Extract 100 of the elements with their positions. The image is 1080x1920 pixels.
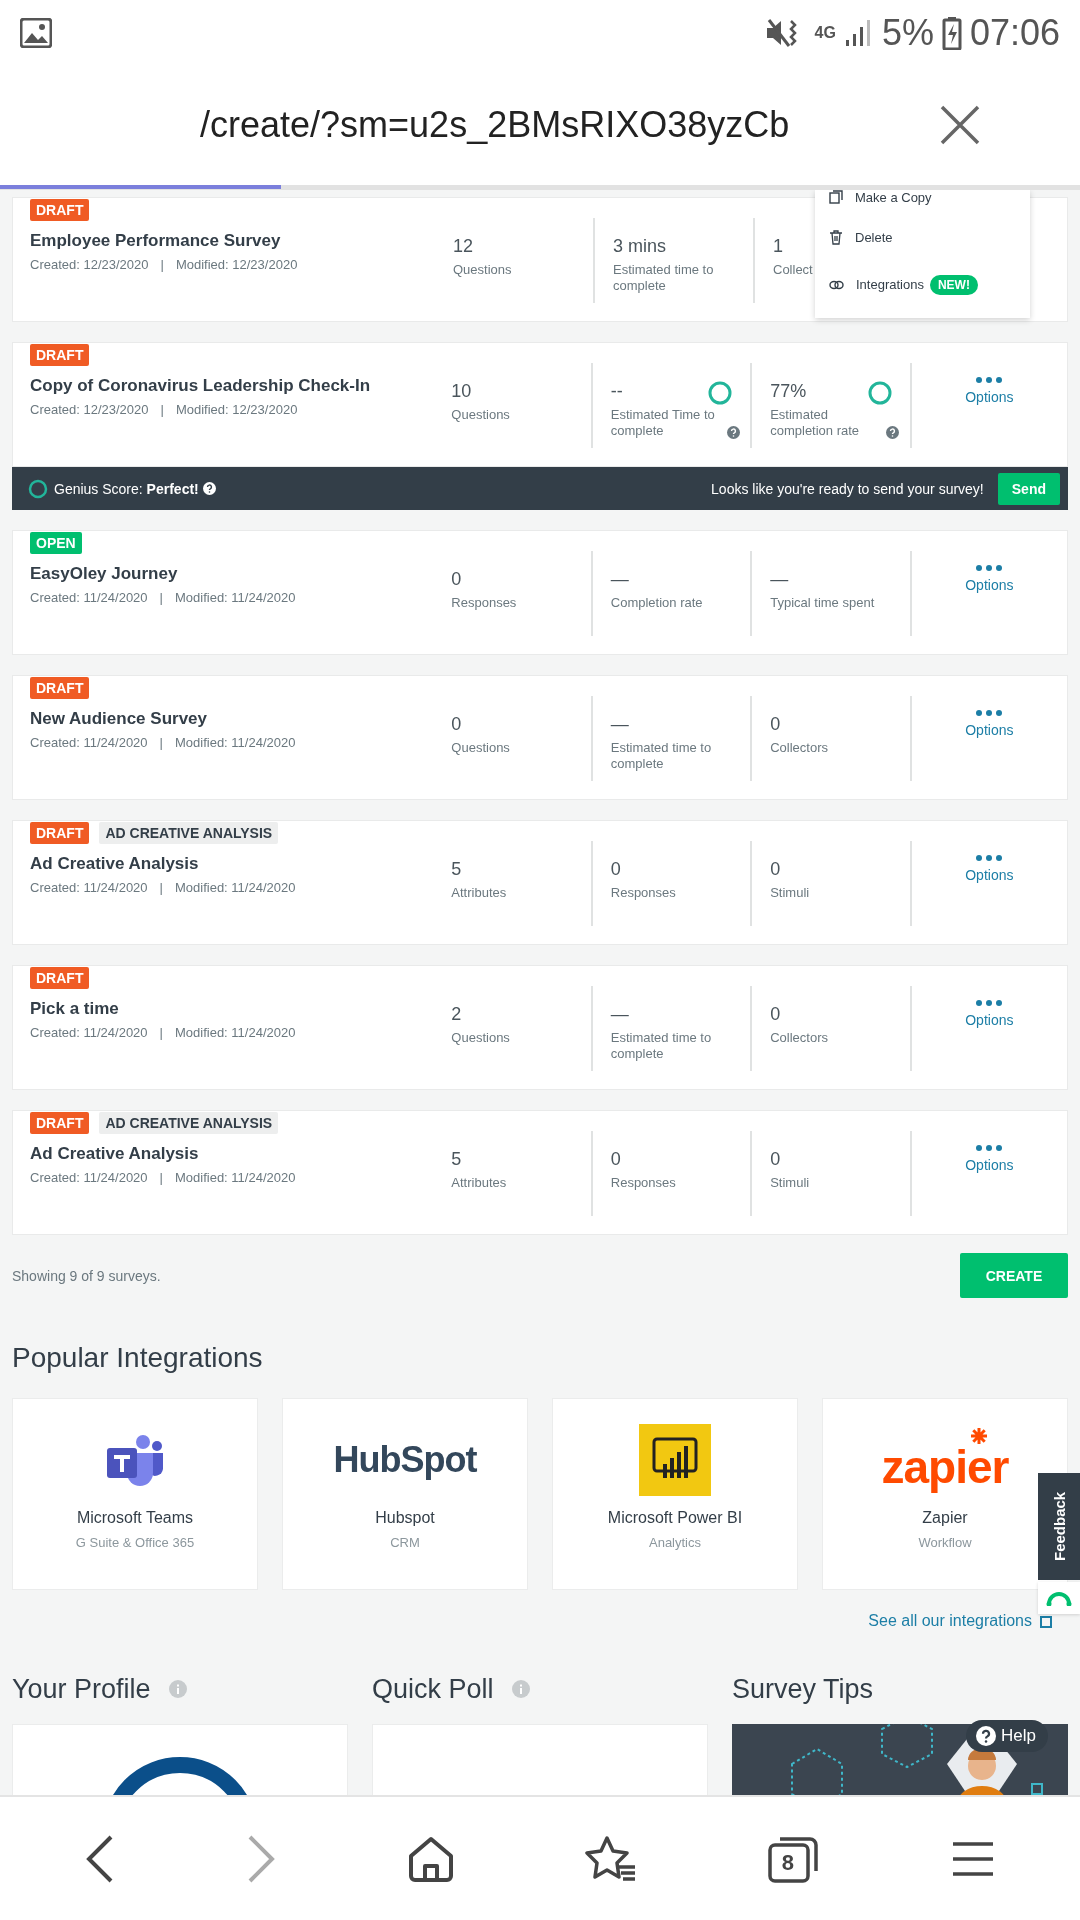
survey-title[interactable]: Employee Performance Survey	[30, 231, 443, 251]
stat-label: Responses	[610, 1175, 676, 1191]
integration-category: Workflow	[918, 1535, 972, 1550]
options-button[interactable]: Options	[965, 855, 1014, 883]
stat-label: Estimated time to complete	[610, 1030, 713, 1062]
modified-date: Modified: 11/24/2020	[174, 590, 296, 605]
survey-card[interactable]: OPEN EasyOley Journey Created: 11/24/2020 | Modified: 11/24/2020 0 Responses — Completion rate — Typical time spent Options	[12, 530, 1068, 655]
stat-value: 5	[451, 858, 462, 881]
options-button[interactable]: Options	[965, 377, 1014, 405]
stat-value: —	[770, 568, 789, 591]
stat-value: —	[610, 713, 629, 736]
stat-value: —	[610, 1003, 629, 1026]
integration-card[interactable]: Microsoft Power BI Analytics	[552, 1398, 798, 1590]
ring-icon	[708, 381, 733, 405]
help-button[interactable]: Help	[966, 1720, 1048, 1752]
stat-label: Responses	[451, 595, 517, 611]
integration-card[interactable]: HubSpot Hubspot CRM	[282, 1398, 528, 1590]
integration-name: Microsoft Teams	[76, 1509, 194, 1527]
battery-charging-icon	[941, 15, 962, 50]
see-all-link[interactable]: See all our integrations	[868, 1612, 1032, 1630]
survey-title[interactable]: Pick a time	[30, 999, 442, 1019]
survey-card[interactable]: DRAFT Pick a time Created: 11/24/2020 | Modified: 11/24/2020 2 Questions — Estimated time to complete 0 Collectors Options	[12, 965, 1068, 1090]
modified-date: Modified: 11/24/2020	[174, 1025, 296, 1040]
separator: |	[160, 402, 164, 417]
ring-icon	[867, 381, 892, 405]
survey-card[interactable]: DRAFT Copy of Coronavirus Leadership Check-In Created: 12/23/2020 | Modified: 12/23/2020 10 Questions -- Estimated Time to complete 77% Estimated completion rate Options	[12, 342, 1068, 467]
options-button[interactable]: Options	[965, 1000, 1014, 1028]
created-date: Created: 11/24/2020	[30, 1025, 148, 1040]
type-badge: AD CREATIVE ANALYSIS	[99, 822, 279, 844]
options-button[interactable]: Options	[965, 565, 1014, 593]
url-field[interactable]: /create/?sm=u2s_2BMsRIXO38yzCb	[200, 104, 880, 146]
survey-card[interactable]: DRAFT AD CREATIVE ANALYSIS Ad Creative Analysis Created: 11/24/2020 | Modified: 11/24/2020 5 Attributes 0 Responses 0 Stimuli Options	[12, 1110, 1068, 1235]
external-link-icon[interactable]	[1040, 1614, 1054, 1628]
options-button[interactable]: Options	[965, 710, 1014, 738]
stat-label: Estimated Time to complete	[610, 407, 716, 439]
survey-title[interactable]: Copy of Coronavirus Leadership Check-In	[30, 376, 442, 396]
widget-title: Survey Tips	[732, 1673, 874, 1705]
integration-category: Analytics	[649, 1535, 701, 1550]
survey-count: Showing 9 of 9 surveys.	[12, 1267, 161, 1284]
options-button[interactable]: Options	[965, 1145, 1014, 1173]
status-badge: DRAFT	[30, 1112, 90, 1134]
modified-date: Modified: 11/24/2020	[174, 735, 296, 750]
close-icon[interactable]	[940, 105, 980, 145]
created-date: Created: 12/23/2020	[30, 402, 149, 417]
trash-icon	[829, 230, 843, 245]
status-badge: DRAFT	[30, 677, 90, 699]
modified-date: Modified: 12/23/2020	[175, 257, 298, 272]
survey-title[interactable]: Ad Creative Analysis	[30, 854, 442, 874]
menu-button[interactable]	[950, 1840, 995, 1877]
stat-label: Collect	[773, 262, 813, 278]
survey-card[interactable]: DRAFT New Audience Survey Created: 11/24/2020 | Modified: 11/24/2020 0 Questions — Estimated time to complete 0 Collectors Options	[12, 675, 1068, 800]
separator: |	[159, 1025, 163, 1040]
menu-item[interactable]: Delete	[815, 214, 1030, 261]
created-date: Created: 11/24/2020	[30, 880, 148, 895]
more-icon	[976, 1145, 1003, 1151]
stat-label: Collectors	[770, 1030, 828, 1046]
stat-value: 0	[451, 713, 462, 736]
menu-item[interactable]: Integrations NEW!	[815, 261, 1030, 308]
survey-title[interactable]: New Audience Survey	[30, 709, 442, 729]
status-badge: DRAFT	[30, 344, 90, 366]
forward-button[interactable]	[246, 1833, 276, 1884]
stat-label: Typical time spent	[770, 595, 875, 611]
stat-value: 1	[773, 235, 783, 258]
integration-card[interactable]: Microsoft Teams G Suite & Office 365	[12, 1398, 258, 1590]
stat-value: 0	[451, 568, 462, 591]
stat-value: 0	[770, 713, 781, 736]
arch-icon	[1046, 1590, 1072, 1606]
stat-value: 0	[770, 1148, 781, 1171]
bookmarks-button[interactable]	[585, 1834, 638, 1883]
home-button[interactable]	[406, 1835, 455, 1882]
survey-title[interactable]: Ad Creative Analysis	[30, 1144, 442, 1164]
ring-icon	[28, 478, 48, 499]
stat-label: Stimuli	[770, 1175, 810, 1191]
power-bi-logo-icon	[639, 1424, 711, 1496]
widget-title: Quick Poll	[372, 1673, 494, 1705]
zapier-logo: zapier	[881, 1427, 1009, 1493]
feedback-logo-tab[interactable]	[1038, 1582, 1080, 1614]
integration-name: Microsoft Power BI	[607, 1509, 743, 1527]
help-icon	[976, 1726, 996, 1746]
image-icon	[20, 17, 52, 48]
integration-name: Hubspot	[375, 1509, 435, 1527]
stat-value: 77%	[770, 380, 807, 403]
modified-date: Modified: 11/24/2020	[174, 880, 296, 895]
integration-name: Zapier	[922, 1509, 968, 1527]
survey-card[interactable]: DRAFT AD CREATIVE ANALYSIS Ad Creative Analysis Created: 11/24/2020 | Modified: 11/24/2020 5 Attributes 0 Responses 0 Stimuli Options	[12, 820, 1068, 945]
modified-date: Modified: 12/23/2020	[175, 402, 298, 417]
stat-label: Estimated time to complete	[613, 262, 715, 294]
more-icon	[976, 565, 1003, 571]
created-date: Created: 11/24/2020	[30, 735, 148, 750]
help-icon[interactable]	[202, 482, 216, 495]
battery-percent: 5%	[881, 11, 934, 54]
separator: |	[159, 1170, 163, 1185]
section-heading: Popular Integrations	[12, 1341, 264, 1375]
feedback-tab[interactable]: Feedback	[1038, 1473, 1080, 1580]
stat-value: 2	[451, 1003, 462, 1026]
stat-value: 10	[451, 380, 472, 403]
survey-title[interactable]: EasyOley Journey	[30, 564, 442, 584]
network-type: 4G	[814, 24, 836, 41]
teams-logo-icon	[105, 1433, 165, 1487]
status-badge: DRAFT	[30, 199, 90, 221]
